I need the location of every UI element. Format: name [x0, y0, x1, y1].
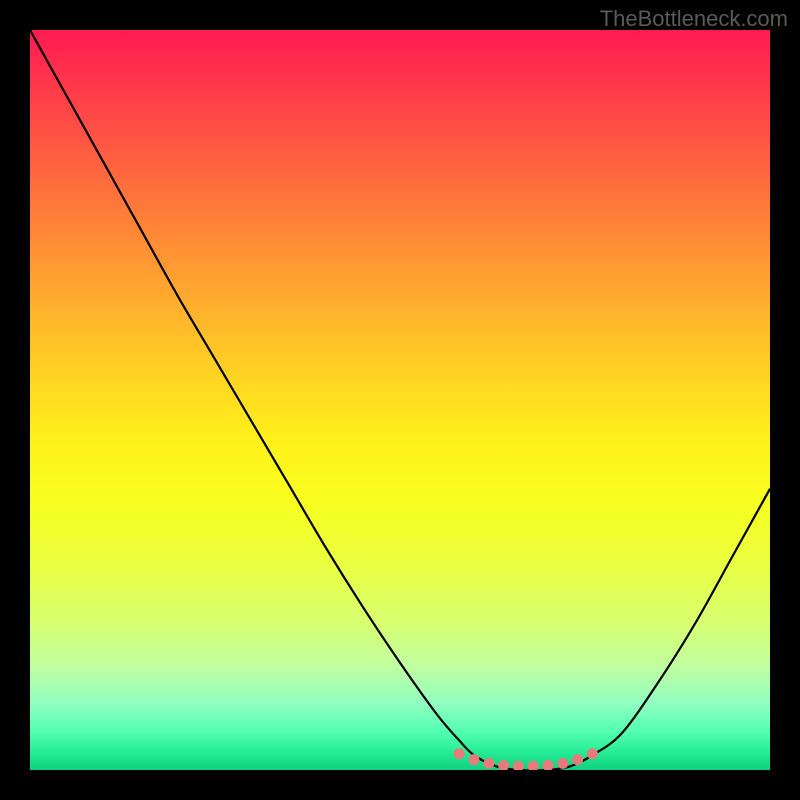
marker-dot	[528, 761, 539, 770]
marker-dot	[543, 760, 554, 770]
marker-dot	[587, 748, 598, 759]
marker-dot	[498, 760, 509, 770]
marker-dot	[513, 761, 524, 770]
marker-dot	[557, 758, 568, 769]
attribution-text: TheBottleneck.com	[600, 6, 788, 32]
marker-dot	[469, 754, 480, 765]
bottleneck-curve-svg	[30, 30, 770, 770]
flat-region-markers	[454, 748, 598, 770]
marker-dot	[572, 754, 583, 765]
chart-plot-area	[30, 30, 770, 770]
marker-dot	[483, 758, 494, 769]
bottleneck-curve-path	[30, 30, 770, 770]
marker-dot	[454, 748, 465, 759]
